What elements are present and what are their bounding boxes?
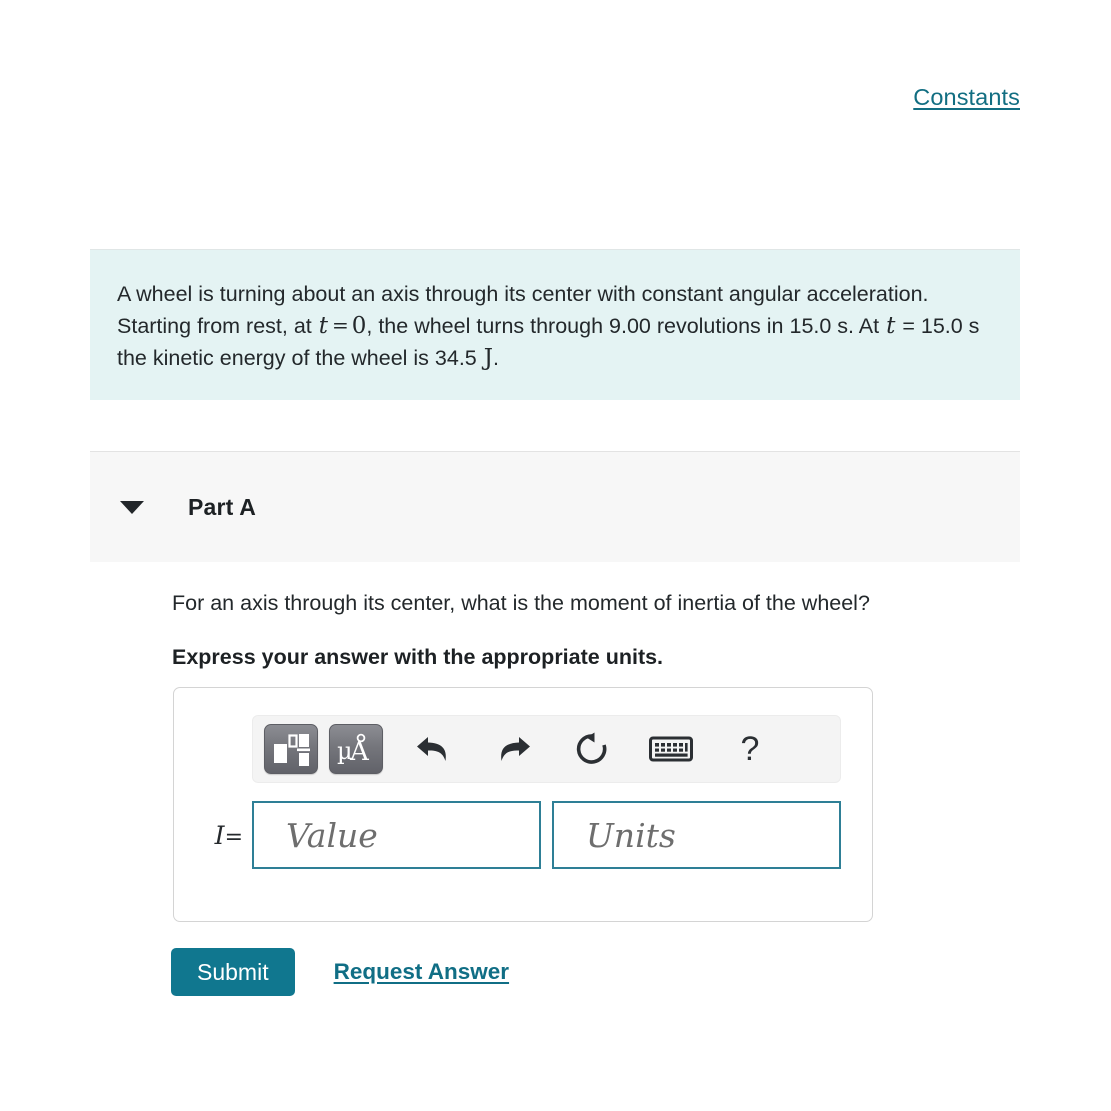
problem-seg-2: , the wheel turns through 9.00 revolutio… [366,314,886,338]
variable-t-first: t [318,313,328,339]
unit-joule: J [483,345,493,371]
answer-input-row: I= Value Units [196,801,841,869]
answer-entry-box: µ A ? I= Value Units [173,687,873,922]
constants-link[interactable]: Constants [913,84,1020,110]
keyboard-button[interactable] [648,726,694,772]
math-template-icon [274,734,310,766]
equals-sign: = [224,824,243,850]
problem-statement-text: A wheel is turning about an axis through… [117,278,994,374]
reset-button[interactable] [569,726,615,772]
units-input-placeholder: Units [586,815,676,855]
help-icon: ? [740,730,760,768]
math-template-button[interactable] [264,724,318,774]
part-a-header[interactable]: Part A [90,451,1020,562]
redo-button[interactable] [490,726,536,772]
undo-button[interactable] [411,726,457,772]
action-button-row: Submit Request Answer [171,948,509,996]
request-answer-link[interactable]: Request Answer [334,959,509,985]
chevron-down-icon[interactable] [120,500,144,514]
units-input-wrapper[interactable]: Units [552,801,841,869]
part-a-title: Part A [188,493,257,520]
help-button[interactable]: ? [727,726,773,772]
value-zero: 0 [351,313,367,339]
keyboard-icon [649,736,693,762]
units-icon: µ A [337,733,370,766]
value-input-placeholder: Value [286,815,378,855]
equation-toolbar: µ A ? [252,715,841,783]
variable-symbol: I [214,820,225,850]
units-button[interactable]: µ A [329,724,383,774]
redo-icon [501,737,530,761]
instruction-text: Express your answer with the appropriate… [172,645,664,669]
reset-icon [576,732,607,764]
variable-label: I= [196,821,252,850]
constants-row: Constants [913,84,1020,111]
variable-t-second: t [886,313,896,339]
submit-button[interactable]: Submit [171,948,295,996]
question-text: For an axis through its center, what is … [172,591,870,615]
problem-seg-4: . [492,346,499,370]
problem-statement-panel: A wheel is turning about an axis through… [90,249,1020,400]
undo-icon [417,737,446,761]
value-input-wrapper[interactable]: Value [252,801,541,869]
equals-sign-first: = [331,313,349,337]
